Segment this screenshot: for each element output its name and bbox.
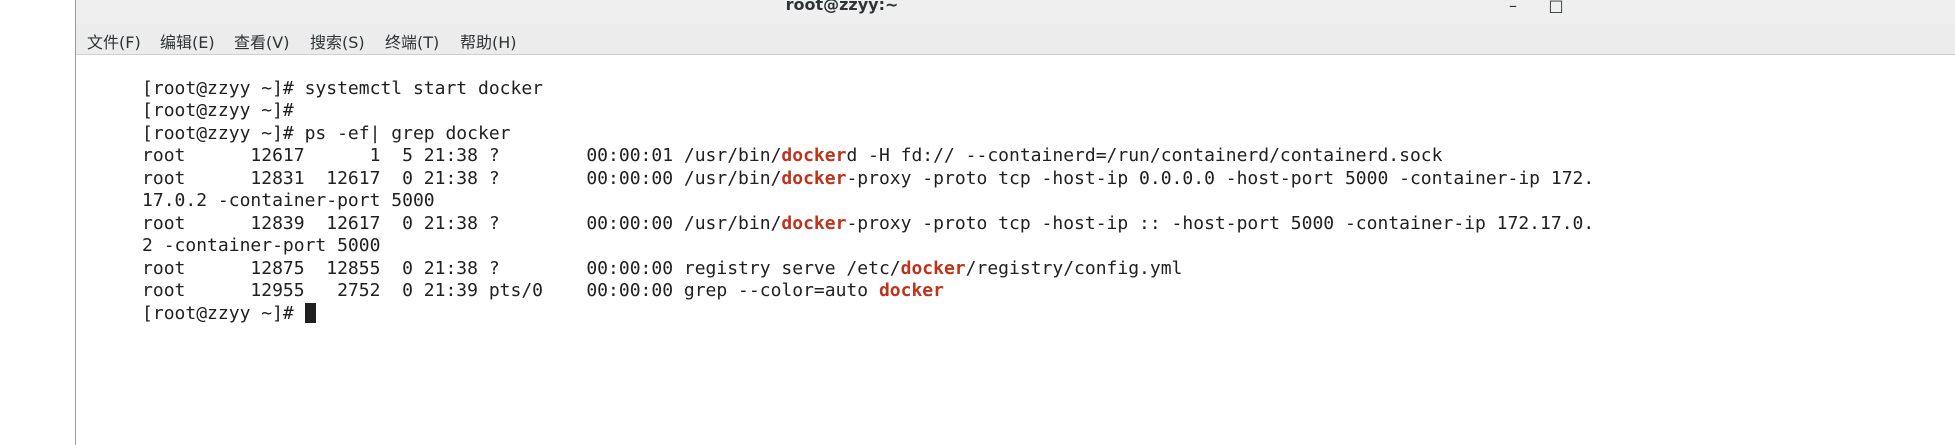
line-text: -proxy -proto tcp -host-ip :: -host-port…	[846, 213, 1595, 234]
prompt-line: [root@zzyy ~]#	[77, 281, 316, 324]
menu-edit[interactable]: 编辑(E)	[157, 29, 218, 53]
menu-help[interactable]: 帮助(H)	[457, 29, 520, 53]
menu-bar: 文件(F) 编辑(E) 查看(V) 搜索(S) 终端(T) 帮助(H)	[76, 24, 1955, 55]
maximize-icon[interactable]: □	[1544, 0, 1568, 15]
title-bar[interactable]: root@zzyy:~ – □	[76, 0, 1955, 25]
wrapped-line: 2 -container-port 5000	[77, 213, 380, 256]
menu-file[interactable]: 文件(F)	[84, 29, 144, 53]
grep-match: docker	[878, 280, 944, 301]
terminal-line: [root@zzyy ~]# systemctl start docker	[77, 56, 543, 99]
terminal-line: [root@zzyy ~]#	[77, 78, 294, 121]
wrapped-line: 17.0.2 -container-port 5000	[77, 168, 435, 211]
process-row: root 12875 12855 0 21:38 ? 00:00:00 regi…	[77, 236, 1182, 279]
process-row: root 12839 12617 0 21:38 ? 00:00:00 /usr…	[77, 191, 1594, 234]
process-row: root 12831 12617 0 21:38 ? 00:00:00 /usr…	[77, 146, 1594, 189]
process-row: root 12617 1 5 21:38 ? 00:00:01 /usr/bin…	[77, 123, 1442, 166]
prompt-text: [root@zzyy ~]#	[142, 303, 305, 324]
process-row: root 12955 2752 0 21:39 pts/0 00:00:00 g…	[77, 258, 944, 301]
grep-match: docker	[781, 168, 847, 189]
grep-match: docker	[781, 213, 847, 234]
terminal-line: [root@zzyy ~]# ps -ef| grep docker	[77, 101, 510, 144]
line-text: /registry/config.yml	[965, 258, 1183, 279]
menu-view[interactable]: 查看(V)	[231, 29, 292, 53]
terminal-output[interactable]: [root@zzyy ~]# systemctl start docker [r…	[76, 56, 1955, 445]
menu-search[interactable]: 搜索(S)	[307, 29, 368, 53]
text-cursor	[304, 303, 316, 323]
menu-terminal[interactable]: 终端(T)	[382, 29, 442, 53]
desktop-background	[0, 0, 75, 445]
terminal-window: root@zzyy:~ – □ 文件(F) 编辑(E) 查看(V) 搜索(S) …	[75, 0, 1955, 445]
minimize-icon[interactable]: –	[1501, 0, 1525, 15]
window-title: root@zzyy:~	[785, 0, 899, 14]
line-text: -proxy -proto tcp -host-ip 0.0.0.0 -host…	[846, 168, 1595, 189]
